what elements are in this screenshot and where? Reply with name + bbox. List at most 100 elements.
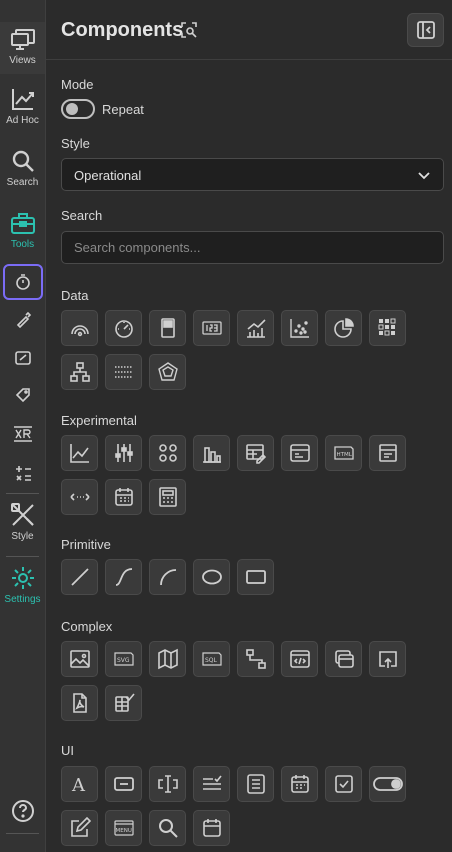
area-chart-icon — [69, 444, 89, 463]
radar-chart-icon — [157, 362, 178, 381]
html-icon: HTML — [333, 446, 354, 460]
rail-item-views[interactable]: Views — [0, 22, 45, 74]
toolbox-icon — [10, 213, 35, 234]
pencil-cross-icon — [10, 503, 34, 526]
component-calculator[interactable] — [149, 479, 186, 515]
left-rail: Views Ad Hoc Search Tools Style Settings — [0, 0, 46, 852]
symbols-icon — [158, 444, 177, 462]
component-map[interactable] — [149, 641, 186, 677]
collapse-panel-button[interactable] — [407, 13, 444, 47]
component-arc[interactable] — [149, 559, 186, 595]
component-iframe[interactable] — [325, 641, 362, 677]
calendar-grid-icon — [114, 488, 133, 506]
tree-diagram-icon — [69, 362, 90, 382]
component-horizontal-arrows[interactable] — [61, 479, 98, 515]
data-components-grid — [61, 310, 421, 390]
scatter-chart-icon — [289, 319, 309, 338]
component-pdf[interactable] — [61, 685, 98, 721]
component-text-field[interactable] — [149, 766, 186, 802]
rectangle-icon — [245, 570, 266, 584]
rail-tool-xr[interactable] — [0, 419, 45, 449]
component-calendar[interactable] — [193, 810, 230, 846]
rail-tool-tag[interactable] — [0, 381, 45, 411]
component-edit[interactable] — [61, 810, 98, 846]
component-upload[interactable] — [369, 641, 406, 677]
rail-item-tools[interactable]: Tools — [0, 210, 45, 250]
component-rectangle[interactable] — [237, 559, 274, 595]
component-heatmap[interactable] — [369, 310, 406, 346]
bar-chart-icon — [202, 447, 221, 463]
section-title-experimental: Experimental — [61, 413, 137, 428]
line-chart-icon — [11, 89, 34, 110]
component-curve[interactable] — [105, 559, 142, 595]
paint-brush-icon — [16, 311, 31, 329]
component-button[interactable] — [105, 766, 142, 802]
gear-icon — [11, 567, 34, 589]
component-form-card[interactable] — [281, 435, 318, 471]
rail-tool-paint[interactable] — [0, 305, 45, 335]
rail-item-style[interactable]: Style — [0, 502, 45, 542]
svg-icon: SVG — [113, 652, 134, 666]
component-tree-diagram[interactable] — [61, 354, 98, 390]
component-pie-chart[interactable] — [325, 310, 362, 346]
component-numeric-display[interactable] — [193, 310, 230, 346]
rail-label-style: Style — [11, 531, 34, 542]
edit-icon — [70, 817, 91, 837]
search-icon — [12, 150, 34, 172]
component-label-text[interactable]: A — [61, 766, 98, 802]
component-radar-chart[interactable] — [149, 354, 186, 390]
speedometer-icon — [114, 320, 133, 338]
rail-tool-timer[interactable] — [0, 267, 45, 297]
component-search[interactable] — [149, 810, 186, 846]
component-sliders[interactable] — [105, 435, 142, 471]
xr-icon — [13, 426, 32, 442]
repeat-toggle[interactable] — [61, 99, 95, 119]
heatmap-icon — [378, 318, 395, 336]
help-button[interactable] — [0, 799, 45, 823]
component-image[interactable] — [61, 641, 98, 677]
component-area-chart[interactable] — [61, 435, 98, 471]
trend-chart-icon — [246, 319, 266, 338]
component-checklist-grid[interactable] — [105, 685, 142, 721]
component-symbols[interactable] — [149, 435, 186, 471]
component-document-card[interactable] — [369, 435, 406, 471]
style-select[interactable]: Operational — [61, 158, 444, 191]
component-calendar-grid[interactable] — [105, 479, 142, 515]
rail-item-ad-hoc[interactable]: Ad Hoc — [0, 86, 45, 126]
component-table-edit[interactable] — [237, 435, 274, 471]
component-ellipse[interactable] — [193, 559, 230, 595]
component-code-embed[interactable] — [281, 641, 318, 677]
component-flow[interactable] — [237, 641, 274, 677]
rail-label-settings: Settings — [4, 594, 41, 605]
component-checklist[interactable] — [193, 766, 230, 802]
search-input[interactable] — [61, 231, 444, 264]
radial-gauge-icon — [70, 325, 89, 337]
component-html[interactable]: HTML — [325, 435, 362, 471]
focus-search-icon[interactable] — [181, 22, 197, 38]
rail-item-search[interactable]: Search — [0, 148, 45, 188]
component-sql[interactable]: SQL — [193, 641, 230, 677]
rail-tool-link[interactable] — [0, 343, 45, 373]
component-radial-gauge[interactable] — [61, 310, 98, 346]
component-trend-chart[interactable] — [237, 310, 274, 346]
component-line[interactable] — [61, 559, 98, 595]
experimental-components-grid: HTML — [61, 435, 421, 515]
component-sparkline[interactable] — [105, 354, 142, 390]
component-bar-chart[interactable] — [193, 435, 230, 471]
component-speedometer[interactable] — [105, 310, 142, 346]
rail-item-settings[interactable]: Settings — [0, 565, 45, 605]
component-toggle-switch[interactable] — [369, 766, 406, 802]
component-date-picker[interactable] — [281, 766, 318, 802]
component-menu[interactable]: MENU — [105, 810, 142, 846]
image-icon — [69, 650, 90, 668]
component-checkbox[interactable] — [325, 766, 362, 802]
component-svg[interactable]: SVG — [105, 641, 142, 677]
complex-components-grid: SVG SQL — [61, 641, 421, 721]
component-tank[interactable] — [149, 310, 186, 346]
curve-icon — [115, 568, 132, 586]
rail-tool-calc[interactable] — [0, 458, 45, 488]
form-card-icon — [289, 444, 310, 462]
component-scatter-chart[interactable] — [281, 310, 318, 346]
component-text-area[interactable] — [237, 766, 274, 802]
rail-separator — [6, 556, 39, 557]
